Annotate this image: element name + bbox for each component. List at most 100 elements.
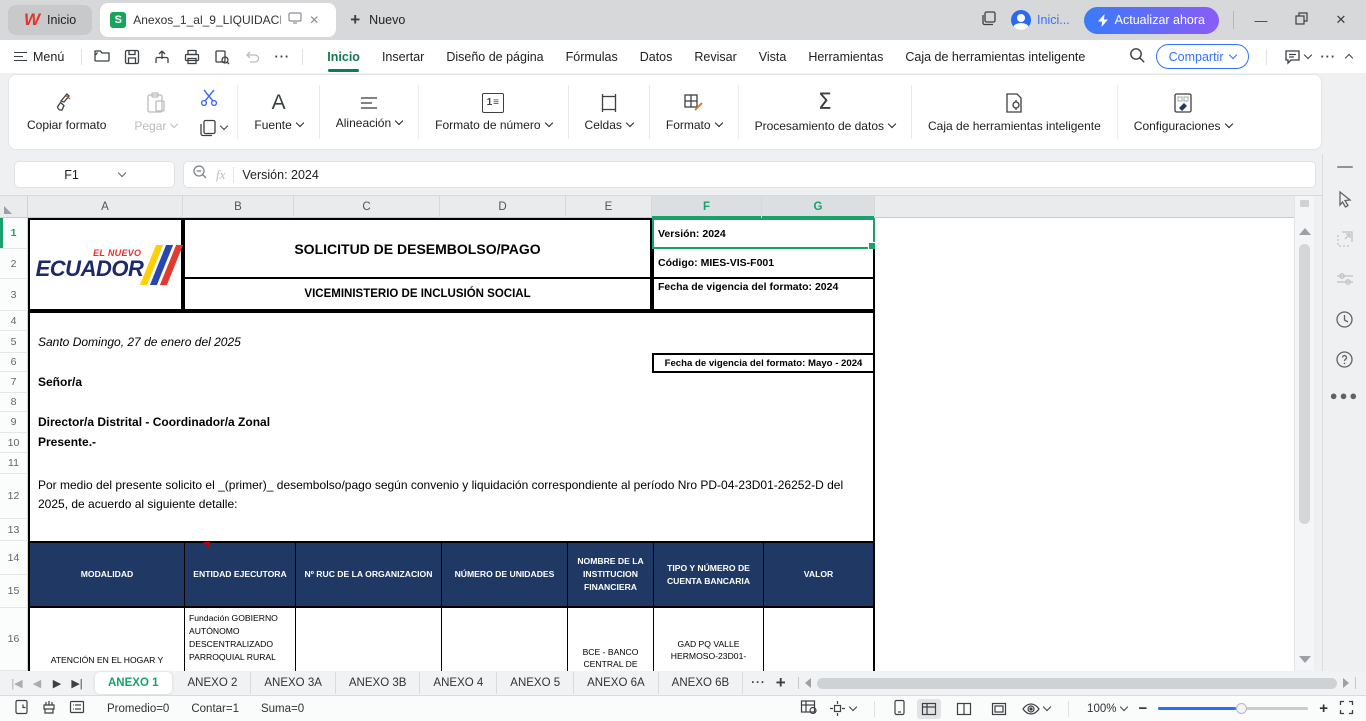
split-handle[interactable] [1300, 200, 1309, 207]
cell-unidades[interactable] [442, 608, 568, 671]
formula-input[interactable]: fx Versión: 2024 [183, 161, 1316, 188]
close-tab-icon[interactable]: ✕ [309, 13, 319, 27]
more-sheets-icon[interactable]: ··· [751, 677, 766, 689]
minimize-button[interactable]: — [1248, 13, 1274, 28]
table-header-cell[interactable]: TIPO Y NÚMERO DE CUENTA BANCARIA [654, 543, 764, 606]
cell-entidad[interactable]: Fundación GOBIERNO AUTÓNOMO DESCENTRALIZ… [185, 608, 296, 671]
alignment-button[interactable]: Alineación [322, 95, 416, 130]
cell-f3-validity[interactable]: Fecha de vigencia del formato: 2024 [652, 279, 875, 311]
normal-view-icon[interactable] [917, 699, 941, 719]
sheet-tab[interactable]: ANEXO 6A [574, 672, 659, 694]
horizontal-scrollbar[interactable] [798, 677, 1366, 689]
sheet-tab[interactable]: ANEXO 3A [251, 672, 336, 694]
collapse-panel-icon[interactable] [1337, 166, 1353, 168]
page-break-view-icon[interactable] [987, 699, 1011, 719]
menu-item[interactable]: Caja de herramientas inteligente [894, 41, 1096, 73]
table-header-cell[interactable]: ENTIDAD EJECUTORA [185, 543, 296, 606]
row-header[interactable]: 1 [0, 218, 28, 249]
cut-icon[interactable] [199, 88, 227, 111]
zoom-level-button[interactable]: 100% [1087, 703, 1127, 715]
open-file-icon[interactable] [89, 45, 115, 69]
sheet-tab[interactable]: ANEXO 3B [336, 672, 421, 694]
scroll-left-arrow[interactable] [805, 678, 811, 688]
update-now-button[interactable]: Actualizar ahora [1084, 7, 1219, 34]
table-header-cell[interactable]: VALOR [764, 543, 873, 606]
row-header[interactable]: 9 [0, 412, 28, 433]
format-button[interactable]: Formato [652, 93, 736, 132]
collapse-ribbon-icon[interactable] [1345, 54, 1353, 62]
table-header-cell[interactable]: NÚMERO DE UNIDADES [442, 543, 568, 606]
add-sheet-icon[interactable]: + [776, 673, 786, 693]
scrollbar-thumb[interactable] [1299, 244, 1310, 524]
export-selection-icon[interactable] [1334, 228, 1356, 250]
next-sheet-icon[interactable]: ▶ [48, 677, 66, 690]
paste-button[interactable]: Pegar [120, 92, 191, 133]
smart-toolbox-button[interactable]: Caja de herramientas inteligente [914, 92, 1115, 133]
zoom-out-button[interactable]: − [1138, 700, 1147, 717]
cell-f1-selected[interactable]: Versión: 2024 [652, 218, 875, 249]
sheet-tab[interactable]: ANEXO 4 [420, 672, 497, 694]
font-button[interactable]: A Fuente [240, 93, 316, 132]
menu-item[interactable]: Insertar [371, 41, 435, 73]
last-sheet-icon[interactable]: ▶| [68, 677, 86, 690]
undo-icon[interactable] [239, 45, 265, 69]
more-menu-icon[interactable]: ··· [1321, 50, 1337, 64]
center-canvas-icon[interactable] [829, 700, 856, 717]
zoom-slider[interactable] [1158, 707, 1308, 710]
sheet-tab[interactable]: ANEXO 5 [497, 672, 574, 694]
cell-ruc[interactable] [296, 608, 442, 671]
history-icon[interactable] [1334, 308, 1356, 330]
letter-box[interactable]: Santo Domingo, 27 de enero del 2025 Fech… [28, 311, 875, 541]
more-quick-actions-icon[interactable]: ··· [269, 45, 295, 69]
name-box[interactable]: F1 [14, 161, 175, 188]
mobile-view-icon[interactable] [893, 699, 906, 719]
row-header[interactable]: 6 [0, 353, 28, 372]
insert-function-icon[interactable]: fx [216, 167, 225, 183]
column-header[interactable]: D [440, 196, 566, 218]
scroll-right-arrow[interactable] [1343, 678, 1349, 688]
restore-button[interactable] [1288, 12, 1314, 28]
cell-institucion[interactable]: BCE - BANCO CENTRAL DE [568, 608, 654, 671]
cell-a1-logo[interactable]: EL NUEVO ECUADOR [28, 218, 183, 311]
data-processing-button[interactable]: Σ Procesamiento de datos [741, 92, 909, 133]
cell-f6-validity-may[interactable]: Fecha de vigencia del formato: Mayo - 20… [652, 353, 875, 373]
cell-title[interactable]: SOLICITUD DE DESEMBOLSO/PAGO [183, 218, 652, 279]
print-icon[interactable] [179, 45, 205, 69]
sheet-info-icon[interactable] [14, 699, 29, 718]
menu-item[interactable]: Fórmulas [555, 41, 629, 73]
row-header[interactable]: 15 [0, 575, 28, 608]
table-header-cell[interactable]: NOMBRE DE LA INSTITUCION FINANCIERA [568, 543, 654, 606]
row-header[interactable]: 2 [0, 249, 28, 279]
column-header[interactable]: C [294, 196, 440, 218]
column-header[interactable]: E [566, 196, 652, 218]
cell-modalidad[interactable]: ATENCIÓN EN EL HOGAR Y [30, 608, 185, 671]
column-header[interactable]: F [652, 196, 762, 218]
save-icon[interactable] [119, 45, 145, 69]
output-icon[interactable] [149, 45, 175, 69]
close-window-button[interactable]: ✕ [1328, 12, 1354, 28]
sheet-tab[interactable]: ANEXO 6B [659, 672, 744, 694]
menu-item[interactable]: Herramientas [797, 41, 894, 73]
sheet-grid[interactable]: ABCDEFG 12345678910111213141516 EL NUEVO… [0, 196, 1294, 671]
copy-icon[interactable] [199, 119, 227, 137]
select-all-corner[interactable] [0, 196, 28, 218]
settings-button[interactable]: Configuraciones [1120, 92, 1246, 133]
number-format-button[interactable]: 1≡ Formato de número [421, 93, 565, 132]
row-header[interactable]: 3 [0, 279, 28, 311]
cell-valor[interactable] [764, 608, 873, 671]
cells-button[interactable]: Celdas [571, 93, 647, 132]
hscrollbar-thumb[interactable] [817, 678, 1337, 689]
row-header[interactable]: 16 [0, 608, 28, 671]
cursor-icon[interactable] [1334, 188, 1356, 210]
more-sidebar-icon[interactable]: ●●● [1330, 388, 1360, 403]
help-icon[interactable] [1334, 348, 1356, 370]
sheet-tab[interactable]: ANEXO 1 [95, 672, 172, 694]
row-header[interactable]: 10 [0, 433, 28, 453]
prev-sheet-icon[interactable]: ◀ [28, 677, 46, 690]
row-header[interactable]: 12 [0, 474, 28, 519]
new-tab-button[interactable]: + Nuevo [350, 10, 405, 30]
cell-f2-code[interactable]: Código: MIES-VIS-F001 [652, 249, 875, 279]
row-header[interactable]: 13 [0, 519, 28, 541]
main-menu-button[interactable]: Menú [0, 50, 74, 64]
row-header[interactable]: 14 [0, 541, 28, 575]
